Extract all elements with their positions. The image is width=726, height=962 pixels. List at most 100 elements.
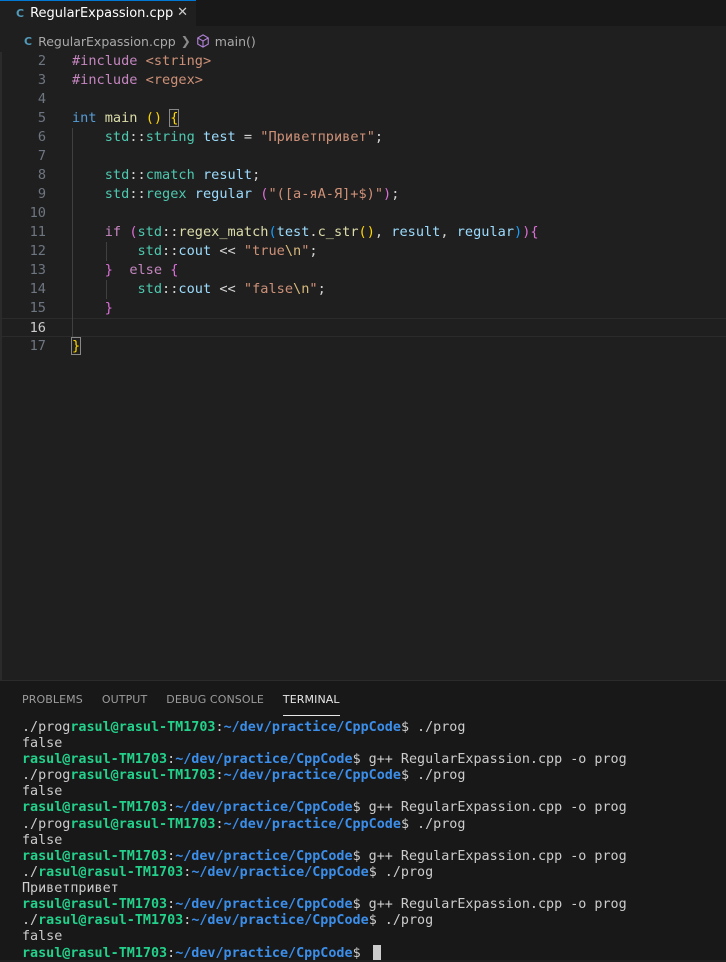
code-token: (	[268, 224, 277, 240]
breadcrumb: C RegularExpassion.cpp ❯ main()	[0, 30, 726, 52]
close-icon[interactable]: ✕	[177, 5, 188, 20]
code-token: #include	[72, 53, 146, 69]
prompt-path: ~/dev/practice/CppCode	[175, 752, 353, 768]
prompt-dollar: $	[352, 800, 361, 816]
code-token: )	[383, 186, 392, 202]
code-line[interactable]: 13 } else {	[0, 261, 726, 280]
code-line[interactable]: 14 std::cout << "false\n";	[0, 280, 726, 299]
prompt-dollar: $	[400, 720, 409, 735]
terminal-output: false	[22, 832, 63, 848]
terminal-line: ./rasul@rasul-TM1703:~/dev/practice/CppC…	[22, 913, 722, 929]
breadcrumb-file[interactable]: RegularExpassion.cpp	[38, 34, 176, 49]
tab-problems[interactable]: PROBLEMS	[22, 681, 83, 717]
code-token: regular	[456, 224, 515, 240]
line-number: 14	[29, 281, 46, 297]
code-text: std::regex regular ("([а-яА-Я]+$)");	[72, 185, 400, 204]
code-token: regex_match	[178, 224, 269, 240]
code-line[interactable]: 5 int main () {	[0, 109, 726, 128]
code-editor[interactable]: 2 #include <string> 3 #include <regex> 4 5 int…	[0, 52, 726, 680]
code-token: else	[129, 262, 163, 278]
prompt-dollar: $	[368, 864, 377, 880]
terminal-echo: ./prog	[22, 720, 71, 735]
code-line[interactable]: 4	[0, 90, 726, 109]
code-text: } else {	[72, 261, 179, 280]
code-token: .	[309, 224, 318, 240]
code-line[interactable]: 9 std::regex regular ("([а-яА-Я]+$)");	[0, 185, 726, 204]
prompt-path: ~/dev/practice/CppCode	[191, 913, 369, 929]
line-number: 16	[29, 320, 46, 336]
code-token: cout	[178, 243, 212, 259]
terminal-output: false	[22, 784, 63, 800]
prompt-colon: :	[215, 720, 224, 735]
code-token: c_str	[317, 224, 359, 240]
code-line[interactable]: 3 #include <regex>	[0, 71, 726, 90]
terminal[interactable]: ./prograsul@rasul-TM1703:~/dev/practice/…	[22, 720, 722, 961]
code-line[interactable]: 8 std::cmatch result;	[0, 166, 726, 185]
terminal-command: g++ RegularExpassion.cpp -o prog	[360, 800, 627, 816]
code-token: std	[137, 224, 163, 240]
code-token: \n	[284, 243, 302, 259]
code-line[interactable]: 15 }	[0, 299, 726, 318]
code-line[interactable]: 11 if (std::regex_match(test.c_str(), re…	[0, 223, 726, 242]
code-token: }	[70, 337, 82, 355]
code-line[interactable]: 16	[0, 318, 726, 337]
line-number: 13	[29, 262, 46, 278]
code-line[interactable]: 2 #include <string>	[0, 52, 726, 71]
code-token: <<	[211, 281, 244, 297]
editor-tab[interactable]: C RegularExpassion.cpp ✕	[0, 0, 196, 26]
editor-tab-bar: C RegularExpassion.cpp ✕	[0, 0, 726, 26]
code-token: ;	[309, 243, 318, 259]
code-token: ()	[358, 224, 375, 240]
terminal-line: ./prograsul@rasul-TM1703:~/dev/practice/…	[22, 817, 722, 833]
code-line[interactable]: 12 std::cout << "true\n";	[0, 242, 726, 261]
code-text: #include <regex>	[72, 71, 203, 90]
line-number: 10	[29, 205, 46, 221]
prompt-dollar: $	[352, 946, 361, 962]
prompt-dollar: $	[400, 768, 409, 784]
prompt-dollar: $	[352, 897, 361, 913]
prompt-user-host: rasul@rasul-TM1703	[22, 946, 168, 962]
prompt-user-host: rasul@rasul-TM1703	[70, 720, 216, 735]
code-token: std	[137, 281, 163, 297]
tab-terminal[interactable]: TERMINAL	[282, 681, 340, 717]
prompt-colon: :	[167, 752, 176, 768]
breadcrumb-symbol[interactable]: main()	[215, 34, 256, 49]
code-token: ;	[317, 281, 326, 297]
code-token: ::	[162, 243, 179, 259]
code-token: "Приветпривет"	[260, 129, 375, 145]
code-token: main	[104, 110, 138, 126]
code-line[interactable]: 7	[0, 147, 726, 166]
terminal-command: ./prog	[409, 720, 466, 735]
code-line[interactable]: 17}	[0, 337, 726, 356]
line-number: 4	[37, 91, 46, 107]
code-line[interactable]: 10	[0, 204, 726, 223]
prompt-colon: :	[215, 768, 224, 784]
cpp-file-icon: C	[16, 7, 25, 20]
code-token: ,	[374, 224, 392, 240]
code-line[interactable]: 6 std::string test = "Приветпривет";	[0, 128, 726, 147]
code-token: test	[276, 224, 310, 240]
code-text: if (std::regex_match(test.c_str(), resul…	[72, 223, 539, 242]
terminal-line: rasul@rasul-TM1703:~/dev/practice/CppCod…	[22, 897, 722, 913]
prompt-path: ~/dev/practice/CppCode	[223, 816, 401, 832]
terminal-command: g++ RegularExpassion.cpp -o prog	[360, 848, 627, 864]
tab-debug-console[interactable]: DEBUG CONSOLE	[166, 681, 264, 717]
code-text: int main () {	[72, 109, 180, 128]
prompt-path: ~/dev/practice/CppCode	[191, 864, 369, 880]
line-number: 3	[37, 72, 46, 88]
terminal-output: Приветпривет	[22, 880, 119, 896]
terminal-line: ./prograsul@rasul-TM1703:~/dev/practice/…	[22, 768, 722, 784]
tab-output[interactable]: OUTPUT	[102, 681, 147, 717]
code-text: std::cout << "true\n";	[72, 242, 318, 261]
prompt-path: ~/dev/practice/CppCode	[223, 768, 401, 784]
terminal-command: ./prog	[409, 816, 466, 832]
code-token: <string>	[145, 53, 212, 69]
